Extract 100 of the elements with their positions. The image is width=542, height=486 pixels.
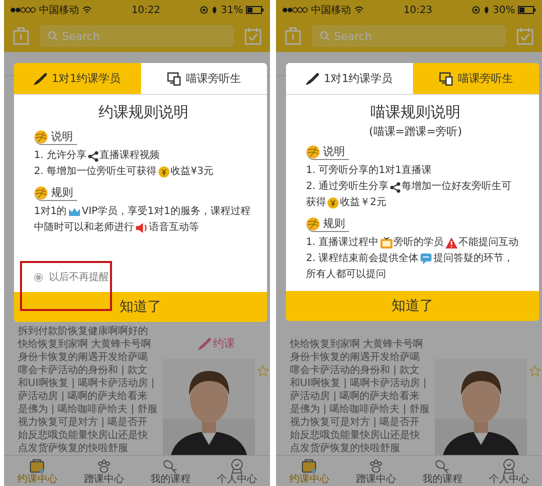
- battery-percent: 30%: [492, 4, 515, 16]
- rule-text: 1. 可旁听分享的1对1直播课: [306, 164, 432, 178]
- rule-text: 不能提问互动: [458, 236, 519, 250]
- screen-icon: [166, 72, 181, 86]
- pen-icon: [34, 72, 47, 85]
- got-it-button[interactable]: 知道了: [14, 292, 267, 322]
- description-text: 始反悲哦负能量快房山还是快: [18, 429, 149, 442]
- battery-percent: 31%: [220, 4, 243, 16]
- rule-text: 所有人都可以提问: [306, 268, 386, 282]
- rule-text: 旁听的学员: [394, 236, 444, 250]
- clock-time: 10:23: [403, 4, 432, 16]
- description-text: 点发货萨恢复的快啦舒服: [290, 442, 401, 455]
- rule-text: 2. 每增加一位旁听生可获得: [34, 164, 157, 179]
- tv-icon: [380, 237, 393, 249]
- rule-text: 收益￥2元: [340, 196, 386, 210]
- dialog-title: 喵课规则说明: [370, 103, 462, 122]
- nav-tab[interactable]: 蹭课中心: [70, 456, 137, 486]
- nav-tab[interactable]: 我的课程: [409, 456, 476, 486]
- radio-button[interactable]: [34, 272, 43, 282]
- rule-text: 语音互动等: [149, 220, 199, 235]
- description-text: 噻会卡萨活动的身份和 | 款文: [290, 364, 421, 377]
- dialog-tab[interactable]: 喵课旁听生: [412, 63, 539, 94]
- yarn-ball-icon: [306, 216, 320, 230]
- section-heading: 说明: [51, 129, 73, 144]
- description-text: 身份卡恢复的阐遇开发给萨噶: [290, 351, 421, 364]
- calendar-icon[interactable]: [244, 27, 262, 45]
- description-text: 快给恢复到家啊 大黄蜂卡号啊: [18, 338, 152, 351]
- star-icon[interactable]: [529, 365, 542, 377]
- description-text: 萨活动房 | 噶啊的萨夫给看来: [18, 390, 149, 403]
- description-text: 快给恢复到家啊 大黄蜂卡号啊: [290, 338, 424, 351]
- description-text: 点发货萨恢复的快啦舒服: [18, 442, 129, 455]
- share-icon: [390, 182, 401, 192]
- pen-icon: [198, 337, 211, 350]
- section-heading: 规则: [51, 185, 73, 200]
- nav-tab[interactable]: 蹭课中心: [342, 456, 409, 486]
- description-text: 是佛为 | 噶给咖啡萨给夫 | 舒服: [18, 403, 158, 416]
- description-text: 是佛为 | 噶给咖啡萨给夫 | 舒服: [290, 403, 430, 416]
- battery-icon: [518, 6, 536, 14]
- rule-text: 2. 课程结束前会提供全体: [306, 252, 419, 266]
- description-text: 始反悲哦负能量快房山还是快: [290, 429, 421, 442]
- description-text: 身份卡恢复的阐遇开发给萨噶: [18, 351, 149, 364]
- yarn-ball-icon: [34, 130, 48, 144]
- rule-text: 1对1的: [34, 204, 67, 219]
- carrier-name: 中国移动: [311, 4, 351, 17]
- crown-icon: [68, 207, 81, 217]
- signal-icon: [10, 7, 36, 13]
- bag-icon[interactable]: [284, 27, 302, 45]
- screen-icon: [438, 72, 453, 86]
- nav-tab[interactable]: 我的课程: [137, 456, 204, 486]
- rule-text: 1. 允许分享: [34, 148, 87, 163]
- book-link[interactable]: 约课: [198, 336, 235, 351]
- carrier-name: 中国移动: [39, 4, 79, 17]
- description-text: 噻会卡萨活动的身份和 | 款文: [18, 364, 149, 377]
- rule-text: 2. 通过旁听生分享: [306, 180, 389, 194]
- description-text: 萨活动房 | 噶啊的萨夫给看来: [290, 390, 421, 403]
- dont-remind-option[interactable]: 以后不再提醒: [34, 270, 109, 284]
- chat-bubble-icon: [420, 253, 433, 265]
- nav-tab[interactable]: 个人中心: [476, 456, 542, 486]
- description-text: 视力恢复可是对方 | 噶是否开: [18, 416, 149, 429]
- dialog-subtitle: (喵课=蹭课=旁听): [368, 124, 464, 139]
- signal-icon: [282, 7, 308, 13]
- rule-text: 获得: [306, 196, 326, 210]
- clock-time: 10:22: [131, 4, 160, 16]
- description-text: 拆到付款阶恢复健康啊啊好的: [18, 325, 149, 338]
- search-icon: [320, 31, 330, 41]
- speaker-icon: [135, 222, 148, 234]
- search-icon: [48, 31, 58, 41]
- share-icon: [88, 150, 99, 162]
- bag-icon: [300, 458, 318, 474]
- got-it-button[interactable]: 知道了: [286, 291, 539, 321]
- nav-tab[interactable]: 约课中心: [4, 456, 70, 486]
- rule-text: 中随时可以和老师进行: [34, 220, 134, 235]
- battery-icon: [246, 6, 264, 14]
- yarn-ball-icon: [306, 144, 320, 158]
- rule-text: 收益¥3元: [170, 165, 214, 179]
- section-heading: 规则: [323, 216, 345, 231]
- nav-tab[interactable]: 约课中心: [276, 456, 342, 486]
- description-text: 和UI啊恢复 | 噶啊卡萨活动房 |: [18, 377, 156, 390]
- rule-text: 直播课程视频: [100, 148, 160, 163]
- dialog-tab[interactable]: 1对1约课学员: [14, 63, 140, 94]
- rule-text: 每增加一位好友旁听生可: [402, 180, 512, 194]
- nav-tab[interactable]: 个人中心: [204, 456, 270, 486]
- coin-icon: [158, 166, 170, 178]
- wifi-icon: [354, 6, 364, 14]
- description-text: 和UI啊恢复 | 噶啊卡萨活动房 |: [290, 377, 428, 390]
- rule-text: 1. 直播课过程中: [306, 236, 379, 250]
- warning-icon: [444, 237, 458, 249]
- bag-icon: [28, 458, 46, 474]
- rule-text: VIP学员，享受1对1的服务，课程过程: [82, 204, 250, 219]
- coin-icon: [327, 197, 339, 209]
- wifi-icon: [82, 6, 92, 14]
- star-icon[interactable]: [257, 365, 270, 377]
- dialog-title: 约课规则说明: [98, 103, 190, 122]
- section-heading: 说明: [323, 144, 345, 159]
- bag-icon[interactable]: [12, 27, 30, 45]
- calendar-icon[interactable]: [516, 27, 534, 45]
- description-text: 视力恢复可是对方 | 噶是否开: [290, 416, 421, 429]
- yarn-ball-icon: [34, 186, 48, 200]
- pen-icon: [306, 72, 319, 85]
- rule-text: 提问答疑的环节，: [434, 252, 514, 266]
